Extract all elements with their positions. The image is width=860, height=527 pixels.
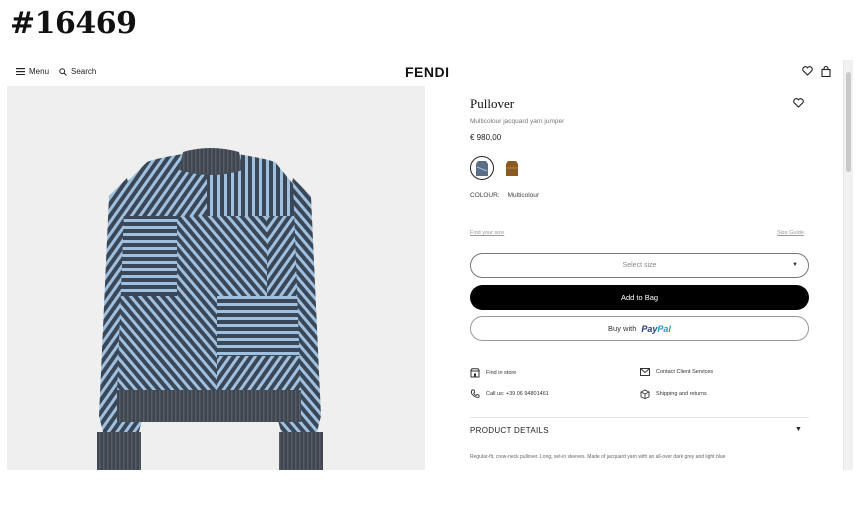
contact-label: Contact Client Services [656,369,714,375]
size-select-placeholder: Select size [622,262,657,269]
shopping-bag-icon[interactable] [821,66,831,77]
find-in-store-label: Find in store [486,370,517,376]
watermark-id: #16469 [10,6,137,41]
paypal-logo-part1: Pay [641,323,658,334]
call-us-label: Call us: +39 06 94801461 [486,391,549,397]
shipping-box-icon [640,389,650,399]
colour-swatches [470,156,524,180]
shipping-returns-link[interactable]: Shipping and returns [640,389,707,399]
swatch-thumbnail-blue [476,161,488,176]
colour-info: COLOUR: Multicolour [470,192,539,199]
find-in-store-link[interactable]: Find in store [470,368,516,378]
swatch-multicolour[interactable] [470,156,494,180]
product-details-toggle[interactable]: PRODUCT DETAILS [470,426,549,435]
hamburger-icon [16,68,25,75]
contact-client-services-link[interactable]: Contact Client Services [640,368,713,376]
product-image [97,148,323,470]
shipping-label: Shipping and returns [656,391,707,397]
page-scrollbar[interactable] [843,60,853,470]
paypal-logo: PayPal [641,324,671,334]
browser-viewport: Menu Search FENDI Pullover Multicolour j… [7,60,853,470]
product-description: Regular-fit, crew-neck pullover. Long, s… [470,454,726,460]
product-title: Pullover [470,96,515,111]
buy-with-label: Buy with [608,324,637,333]
brand-logo[interactable]: FENDI [405,64,450,80]
phone-icon [470,389,480,398]
call-us-link[interactable]: Call us: +39 06 94801461 [470,389,549,399]
product-info: Pullover Multicolour jacquard yarn jumpe… [470,96,810,142]
product-price: € 980,00 [470,133,502,142]
search-button[interactable]: Search [59,67,96,76]
details-divider [470,417,809,418]
menu-button[interactable]: Menu [16,67,49,76]
chevron-down-icon[interactable]: ▼ [795,426,802,433]
store-icon [470,368,480,378]
wishlist-heart-icon[interactable] [802,66,813,76]
product-image-panel[interactable] [7,86,425,470]
paypal-logo-part2: Pal [657,323,671,334]
header-icons [802,66,831,77]
paypal-button[interactable]: Buy with PayPal [470,316,809,341]
chevron-down-icon: ▼ [792,262,798,268]
swatch-brown[interactable] [500,156,524,180]
search-icon [59,67,67,76]
swatch-thumbnail-brown [506,161,518,176]
scrollbar-thumb[interactable] [846,72,851,172]
top-navigation: Menu Search FENDI [7,60,853,86]
size-select[interactable]: Select size ▼ [470,253,809,278]
add-to-wishlist-heart-icon[interactable] [793,98,804,108]
colour-value: Multicolour [507,192,540,199]
mail-icon [640,368,650,376]
colour-label: COLOUR: [470,192,500,199]
size-guide-link[interactable]: Size Guide [777,230,804,236]
menu-label: Menu [29,67,50,76]
product-subtitle: Multicolour jacquard yarn jumper [470,118,565,125]
find-your-size-link[interactable]: Find your size [470,230,504,236]
search-label: Search [71,67,97,76]
add-to-bag-button[interactable]: Add to Bag [470,285,809,310]
